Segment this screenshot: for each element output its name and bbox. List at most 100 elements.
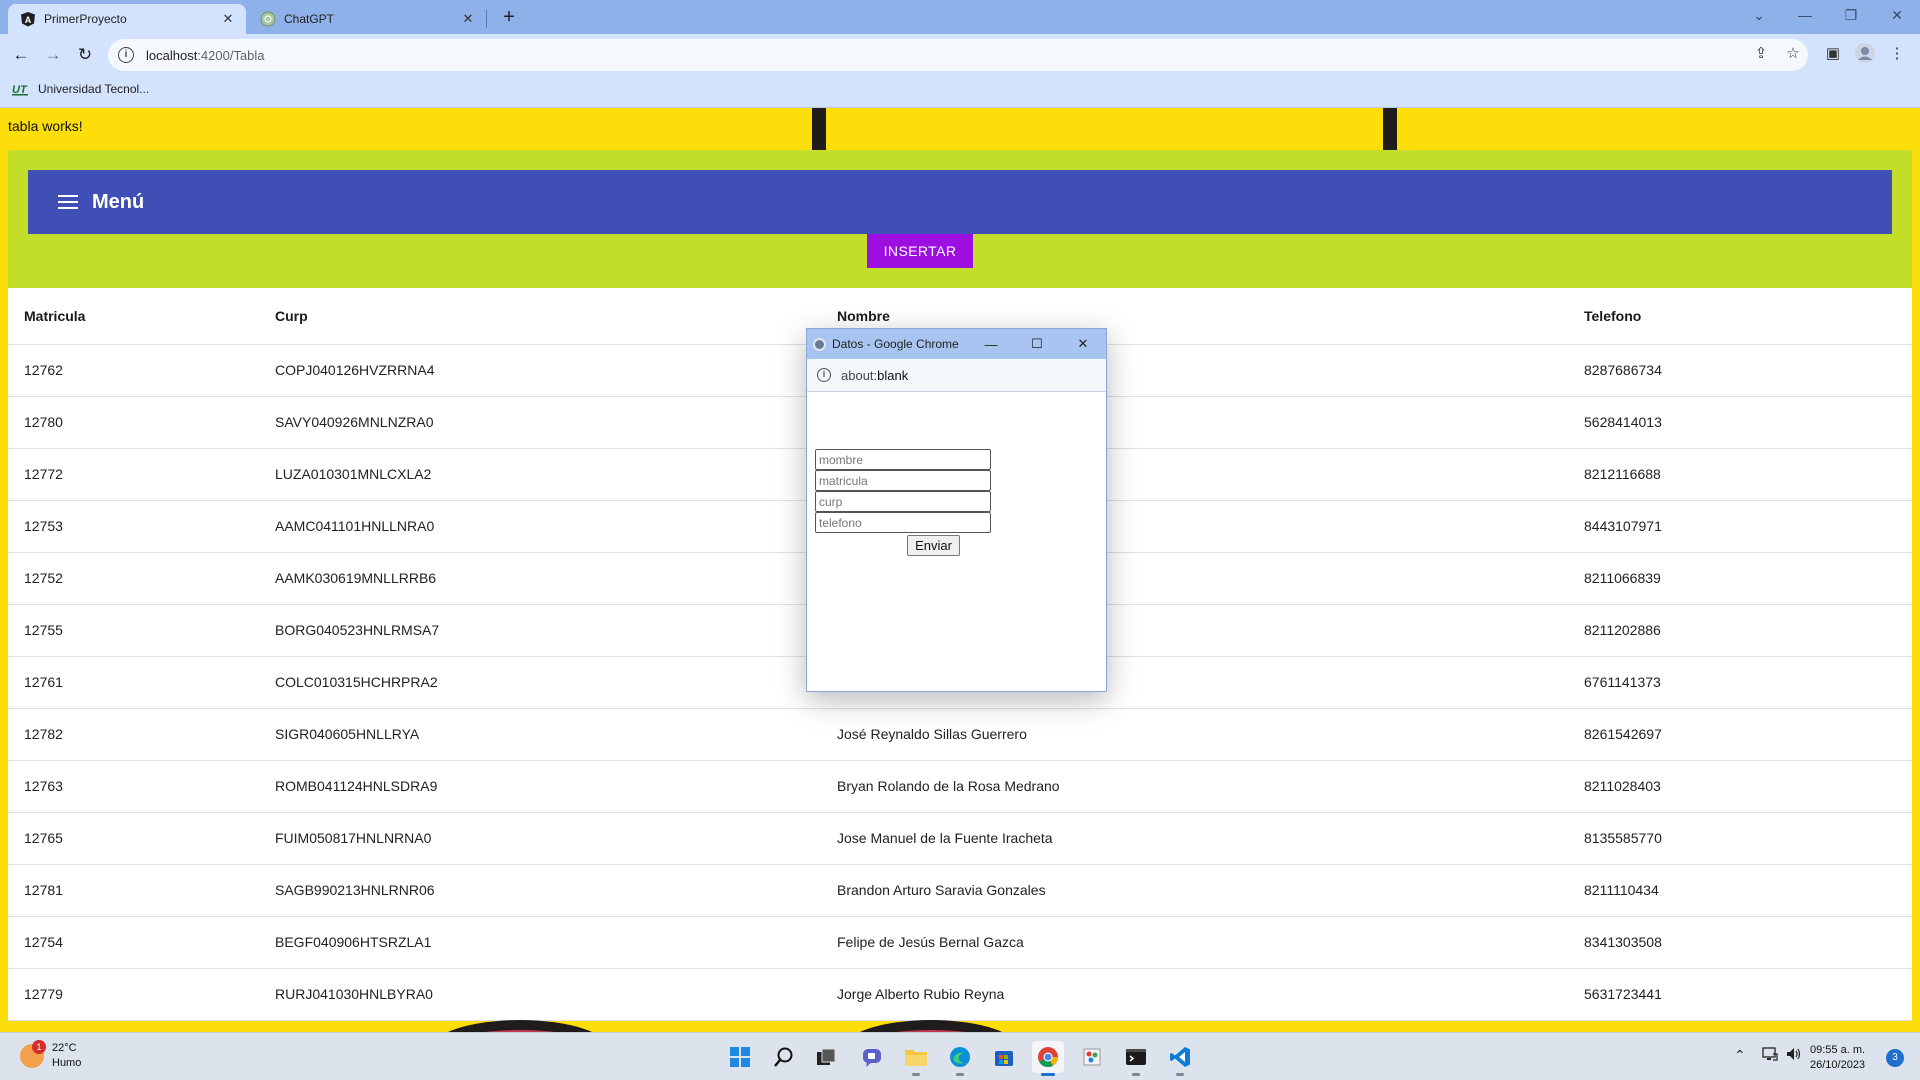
notification-badge[interactable]: 3 <box>1886 1049 1904 1067</box>
teams-chat-icon[interactable] <box>856 1041 888 1073</box>
curp-field[interactable] <box>815 491 991 512</box>
popup-address: about:blank <box>841 368 908 383</box>
new-tab-plus-icon[interactable]: + <box>498 6 520 28</box>
close-window-icon[interactable]: ✕ <box>1882 4 1912 26</box>
cell-telefono: 5628414013 <box>1584 396 1912 449</box>
cell-matricula: 12772 <box>8 448 275 501</box>
tab-close-icon[interactable]: ✕ <box>460 11 476 27</box>
cell-curp: ROMB041124HNLSDRA9 <box>275 760 837 813</box>
file-explorer-icon[interactable] <box>900 1041 932 1076</box>
system-clock[interactable]: 09:55 a. m. 26/10/2023 <box>1810 1043 1865 1073</box>
insert-button[interactable]: INSERTAR <box>867 234 973 268</box>
cell-matricula: 12761 <box>8 656 275 709</box>
cell-matricula: 12763 <box>8 760 275 813</box>
cell-curp: RURJ041030HNLBYRA0 <box>275 968 837 1021</box>
datos-popup-window: Datos - Google Chrome — ☐ ✕ i about:blan… <box>806 328 1107 692</box>
table-row: 12754 BEGF040906HTSRZLA1 Felipe de Jesús B… <box>8 916 1912 969</box>
cell-telefono: 8211110434 <box>1584 864 1912 917</box>
clock-date: 26/10/2023 <box>1810 1059 1866 1071</box>
address-rest: blank <box>877 367 909 383</box>
cell-telefono: 8287686734 <box>1584 344 1912 397</box>
cell-curp: COLC010315HCHRPRA2 <box>275 656 837 709</box>
minimize-icon[interactable]: — <box>1790 4 1820 26</box>
side-panel-icon[interactable]: ▣ <box>1822 43 1844 65</box>
site-info-icon[interactable]: i <box>118 47 134 63</box>
popup-address-bar: i about:blank <box>807 359 1106 392</box>
weather-widget[interactable]: 1 22°C Humo <box>20 1040 81 1071</box>
enviar-button[interactable]: Enviar <box>907 535 960 556</box>
profile-avatar[interactable] <box>1854 43 1876 65</box>
site-info-icon[interactable]: i <box>817 368 831 382</box>
tabla-works-text: tabla works! <box>8 118 83 134</box>
url-path: :4200/Tabla <box>197 47 265 63</box>
bookmark-star-icon[interactable]: ☆ <box>1782 43 1804 65</box>
paint-icon[interactable] <box>1076 1041 1108 1073</box>
cell-nombre: Bryan Rolando de la Rosa Medrano <box>837 760 1584 813</box>
svg-text:A: A <box>25 15 32 25</box>
kebab-menu-icon[interactable]: ⋮ <box>1886 43 1908 65</box>
cell-nombre: Felipe de Jesús Bernal Gazca <box>837 916 1584 969</box>
header-area: Menú INSERTAR <box>8 150 1912 288</box>
address-url: localhost:4200/Tabla <box>146 48 265 63</box>
forward-arrow-icon[interactable]: → <box>40 42 66 68</box>
popup-minimize-icon[interactable]: — <box>968 337 1014 352</box>
header-curp: Curp <box>275 288 837 345</box>
cell-matricula: 12755 <box>8 604 275 657</box>
tab-search-chevron-icon[interactable]: ⌄ <box>1744 4 1774 26</box>
chrome-icon[interactable] <box>1032 1041 1064 1076</box>
bookmark-universidad[interactable]: UT Universidad Tecnol... <box>12 82 149 96</box>
cell-telefono: 6761141373 <box>1584 656 1912 709</box>
popup-maximize-icon[interactable]: ☐ <box>1014 336 1060 352</box>
telefono-field[interactable] <box>815 512 991 533</box>
restore-icon[interactable]: ❐ <box>1836 4 1866 26</box>
mombre-field[interactable] <box>815 449 991 470</box>
weather-badge: 1 <box>32 1040 46 1054</box>
reload-icon[interactable]: ↻ <box>72 42 98 68</box>
running-indicator <box>912 1073 920 1076</box>
cell-matricula: 12765 <box>8 812 275 865</box>
browser-toolbar: ← → ↻ i localhost:4200/Tabla ⇪ ☆ ▣ ⋮ <box>0 34 1920 76</box>
volume-icon[interactable] <box>1786 1047 1802 1064</box>
matricula-field[interactable] <box>815 470 991 491</box>
decorative-shape <box>842 1020 1020 1032</box>
cell-nombre: Jorge Alberto Rubio Reyna <box>837 968 1584 1021</box>
datos-form: Enviar <box>815 449 991 556</box>
share-icon[interactable]: ⇪ <box>1750 43 1772 65</box>
cell-curp: SIGR040605HNLLRYA <box>275 708 837 761</box>
windows-start-icon[interactable] <box>724 1041 756 1073</box>
system-tray: ⌃ <box>1734 1047 1802 1064</box>
back-arrow-icon[interactable]: ← <box>8 42 34 68</box>
terminal-icon[interactable] <box>1120 1041 1152 1076</box>
angular-icon: A <box>20 11 36 27</box>
network-icon[interactable] <box>1762 1047 1778 1064</box>
task-view-icon[interactable] <box>810 1041 842 1073</box>
tab-primer-proyecto[interactable]: A PrimerProyecto ✕ <box>8 4 246 34</box>
cell-telefono: 8212116688 <box>1584 448 1912 501</box>
tab-chatgpt[interactable]: ChatGPT ✕ <box>248 4 486 34</box>
search-icon[interactable] <box>768 1041 800 1073</box>
cell-matricula: 12780 <box>8 396 275 449</box>
decorative-bar <box>812 108 826 150</box>
cell-curp: BEGF040906HTSRZLA1 <box>275 916 837 969</box>
table-row: 12782 SIGR040605HNLLRYA José Reynaldo Sill… <box>8 708 1912 761</box>
cell-matricula: 12762 <box>8 344 275 397</box>
store-icon[interactable] <box>988 1041 1020 1073</box>
tray-chevron-up-icon[interactable]: ⌃ <box>1734 1047 1746 1064</box>
hamburger-menu-icon[interactable] <box>58 191 78 213</box>
cell-telefono: 8211202886 <box>1584 604 1912 657</box>
weather-temp: 22°C <box>52 1042 77 1054</box>
running-indicator <box>1132 1073 1140 1076</box>
popup-titlebar: Datos - Google Chrome — ☐ ✕ <box>807 329 1106 359</box>
edge-icon[interactable] <box>944 1041 976 1076</box>
address-bar[interactable]: i localhost:4200/Tabla <box>108 39 1808 71</box>
tab-close-icon[interactable]: ✕ <box>220 11 236 27</box>
running-indicator <box>1176 1073 1184 1076</box>
popup-close-icon[interactable]: ✕ <box>1060 336 1106 352</box>
cell-nombre: Brandon Arturo Saravia Gonzales <box>837 864 1584 917</box>
cell-curp: COPJ040126HVZRRNA4 <box>275 344 837 397</box>
chatgpt-icon <box>260 11 276 27</box>
table-row: 12765 FUIM050817HNLNRNA0 Jose Manuel de la… <box>8 812 1912 865</box>
bookmarks-bar: UT Universidad Tecnol... <box>0 76 1920 108</box>
cell-matricula: 12782 <box>8 708 275 761</box>
vscode-icon[interactable] <box>1164 1041 1196 1076</box>
